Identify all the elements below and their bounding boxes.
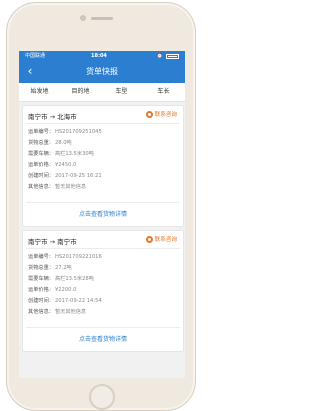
alarm-icon: ⏰ <box>156 53 163 59</box>
row-created: 创建时间：2017-09-22 14:54 <box>28 298 102 304</box>
status-bar: 中国联通 18:04 ⏰ <box>19 51 185 61</box>
status-time: 18:04 <box>91 53 107 59</box>
contact-button[interactable]: 联系咨询 <box>145 110 177 118</box>
tab-vehicle-length[interactable]: 车长 <box>143 83 184 101</box>
row-vehicle: 需要车辆：高栏13.5米28吨 <box>28 276 94 282</box>
view-details-link[interactable]: 点击查看货物详情 <box>23 334 183 343</box>
route-label: 南宁市 → 北海市 <box>28 113 77 121</box>
row-other-info: 其他信息：暂无其他信息 <box>28 309 87 315</box>
contact-button[interactable]: 联系咨询 <box>145 235 177 243</box>
row-weight: 货物总重：28.0吨 <box>28 140 72 146</box>
earpiece <box>91 17 113 20</box>
front-camera <box>80 15 86 21</box>
tab-origin[interactable]: 始发地 <box>19 83 60 101</box>
divider <box>26 248 180 249</box>
tab-destination[interactable]: 目的地 <box>60 83 101 101</box>
order-card: 南宁市 → 南宁市 联系咨询 运单编号：HS201709221016 货物总重：… <box>22 230 184 352</box>
home-button[interactable] <box>89 384 115 410</box>
order-card: 南宁市 → 北海市 联系咨询 运单编号：HS201709251045 货物总重：… <box>22 105 184 227</box>
phone-icon <box>145 236 153 243</box>
app-screen: 中国联通 18:04 ⏰ ‹ 货单快报 始发地 目的地 车型 车长 南宁市 → … <box>19 51 185 378</box>
header: ‹ 货单快报 <box>19 61 185 83</box>
tab-vehicle-type[interactable]: 车型 <box>101 83 142 101</box>
carrier-label: 中国联通 <box>25 53 46 59</box>
divider <box>26 327 180 328</box>
row-weight: 货物总重：27.2吨 <box>28 265 72 271</box>
row-order-no: 运单编号：HS201709221016 <box>28 254 102 260</box>
row-other-info: 其他信息：暂无其他信息 <box>28 184 87 190</box>
row-created: 创建时间：2017-09-25 16:21 <box>28 173 102 179</box>
view-details-link[interactable]: 点击查看货物详情 <box>23 209 183 218</box>
route-label: 南宁市 → 南宁市 <box>28 238 77 246</box>
battery-icon <box>166 54 179 59</box>
phone-frame: 中国联通 18:04 ⏰ ‹ 货单快报 始发地 目的地 车型 车长 南宁市 → … <box>6 2 196 411</box>
row-vehicle: 需要车辆：高栏13.5米30吨 <box>28 151 94 157</box>
row-price: 运单价格：¥2450.0 <box>28 162 77 168</box>
divider <box>26 202 180 203</box>
contact-label: 联系咨询 <box>154 237 177 243</box>
phone-icon <box>145 111 153 118</box>
page-title: 货单快报 <box>86 67 118 76</box>
row-order-no: 运单编号：HS201709251045 <box>28 129 102 135</box>
divider <box>26 123 180 124</box>
row-price: 运单价格：¥2200.0 <box>28 287 77 293</box>
filter-tabs: 始发地 目的地 车型 车长 <box>19 83 185 102</box>
app-bar: 中国联通 18:04 ⏰ ‹ 货单快报 <box>19 51 185 83</box>
contact-label: 联系咨询 <box>154 112 177 118</box>
